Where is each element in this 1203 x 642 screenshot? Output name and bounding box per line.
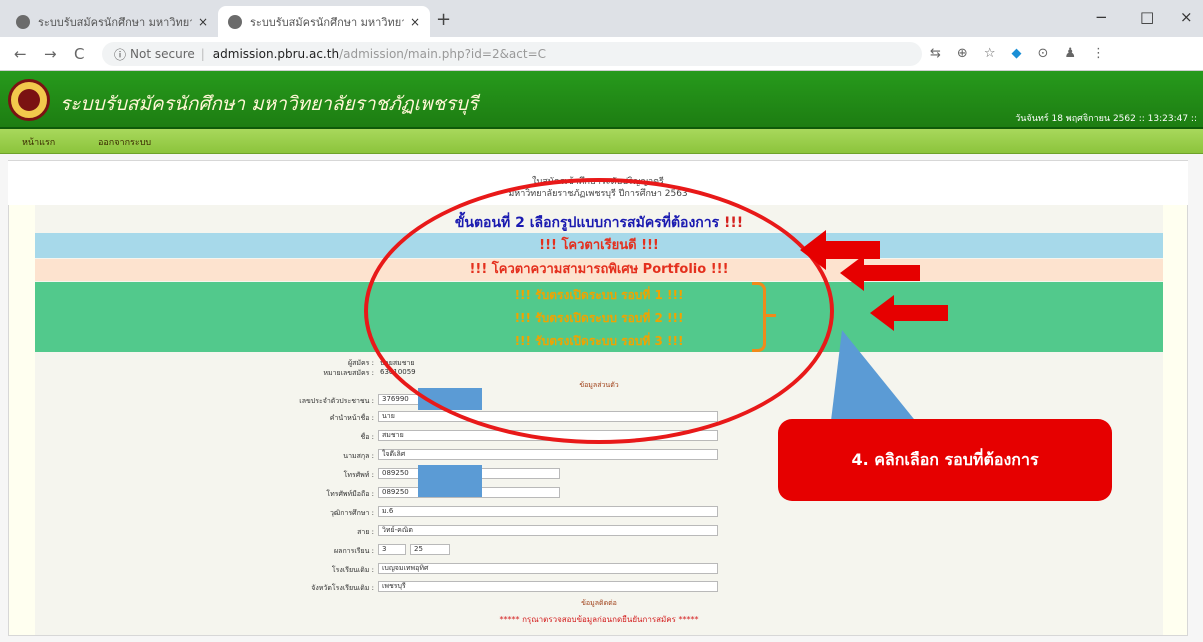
menu-home[interactable]: หน้าแรก	[22, 135, 55, 149]
field-label: ชื่อ :	[360, 433, 374, 441]
minimize-icon[interactable]: −	[1095, 8, 1108, 26]
tab-favicon-icon	[228, 14, 242, 29]
tab-title: ระบบรับสมัครนักศึกษา มหาวิทยาลัย...	[250, 15, 404, 29]
menu-kebab-icon[interactable]: ⋮	[1092, 46, 1105, 61]
field-label: นามสกุล :	[343, 452, 374, 460]
browser-toolbar: ← → C ⓘ Not secure | admission.pbru.ac.t…	[0, 37, 1203, 71]
callout-pointer	[830, 330, 922, 429]
field-label: โทรศัพท์มือถือ :	[326, 490, 374, 498]
program-input[interactable]: วิทย์-คณิต	[378, 525, 718, 536]
section-address: ข้อมูลติดต่อ	[581, 599, 617, 607]
callout-text: 4. คลิกเลือก รอบที่ต้องการ	[851, 449, 1039, 469]
url-path: /admission/main.php?id=2&act=C	[339, 47, 547, 61]
bookmark-star-icon[interactable]: ☆	[984, 46, 996, 61]
tab-favicon-icon	[16, 14, 30, 29]
school-province-input[interactable]: เพชรบุรี	[378, 581, 718, 592]
field-label: คำนำหน้าชื่อ :	[329, 414, 374, 422]
info-icon[interactable]: ⓘ	[114, 46, 126, 63]
gpa-integer-input[interactable]: 3	[378, 544, 406, 555]
reload-icon[interactable]: C	[74, 45, 84, 63]
arrow-left-icon	[870, 295, 948, 331]
form-footnote: ***** กรุณาตรวจสอบข้อมูลก่อนกดยืนยันการส…	[499, 615, 699, 624]
arrow-left-icon	[840, 255, 920, 291]
university-logo-icon	[8, 79, 50, 121]
security-label: Not secure	[130, 47, 195, 61]
close-window-icon[interactable]: ×	[1180, 8, 1193, 26]
address-bar[interactable]: ⓘ Not secure | admission.pbru.ac.th /adm…	[102, 42, 922, 66]
field-label: เลขประจำตัวประชาชน :	[299, 397, 374, 405]
new-tab-button[interactable]: +	[436, 9, 451, 30]
browser-tab-bar: ระบบรับสมัครนักศึกษา มหาวิทยาลัย... × ระ…	[0, 0, 1203, 37]
site-title: ระบบรับสมัครนักศึกษา มหาวิทยาลัยราชภัฏเพ…	[60, 93, 479, 115]
maximize-icon[interactable]: □	[1140, 8, 1154, 26]
tab-close-icon[interactable]: ×	[198, 15, 208, 29]
tab-close-icon[interactable]: ×	[410, 15, 420, 29]
field-label: ผลการเรียน :	[334, 547, 374, 555]
app-no-label: หมายเลขสมัคร :	[323, 369, 374, 377]
tab-title: ระบบรับสมัครนักศึกษา มหาวิทยาลัย...	[38, 15, 192, 29]
field-label: จังหวัดโรงเรียนเดิม :	[311, 584, 374, 592]
instruction-callout: 4. คลิกเลือก รอบที่ต้องการ	[778, 419, 1112, 501]
extension-diamond-icon[interactable]: ◆	[1011, 46, 1021, 61]
field-label: วุฒิการศึกษา :	[330, 509, 374, 517]
field-label: สาย :	[357, 528, 374, 536]
browser-tab-2[interactable]: ระบบรับสมัครนักศึกษา มหาวิทยาลัย... ×	[218, 6, 430, 37]
highlight-ellipse	[364, 178, 834, 444]
redaction-mask	[418, 465, 482, 497]
extension-icons: ⇆ ⊕ ☆ ◆ ⊙ ♟ ⋮	[930, 46, 1105, 61]
browser-tab-1[interactable]: ระบบรับสมัครนักศึกษา มหาวิทยาลัย... ×	[6, 6, 218, 37]
site-date: วันจันทร์ 18 พฤศจิกายน 2562 :: 13:23:47 …	[1015, 114, 1197, 124]
education-input[interactable]: ม.6	[378, 506, 718, 517]
gpa-decimal-input[interactable]: 25	[410, 544, 450, 555]
camera-icon[interactable]: ⊙	[1037, 46, 1048, 61]
zoom-icon[interactable]: ⊕	[957, 46, 968, 61]
back-icon[interactable]: ←	[14, 45, 27, 63]
field-label: โทรศัพท์ :	[343, 471, 374, 479]
school-input[interactable]: เบญจมเทพอุทิศ	[378, 563, 718, 574]
translate-icon[interactable]: ⇆	[930, 46, 941, 61]
separator: |	[200, 47, 205, 61]
last-name-input[interactable]: ใจดีเลิศ	[378, 449, 718, 460]
profile-icon[interactable]: ♟	[1064, 46, 1076, 61]
site-menu-bar: หน้าแรก ออกจากระบบ	[0, 129, 1203, 154]
field-label: โรงเรียนเดิม :	[331, 566, 374, 574]
url-host: admission.pbru.ac.th	[212, 47, 340, 61]
site-header: ระบบรับสมัครนักศึกษา มหาวิทยาลัยราชภัฏเพ…	[0, 71, 1203, 129]
forward-icon[interactable]: →	[44, 45, 57, 63]
menu-logout[interactable]: ออกจากระบบ	[98, 135, 151, 149]
